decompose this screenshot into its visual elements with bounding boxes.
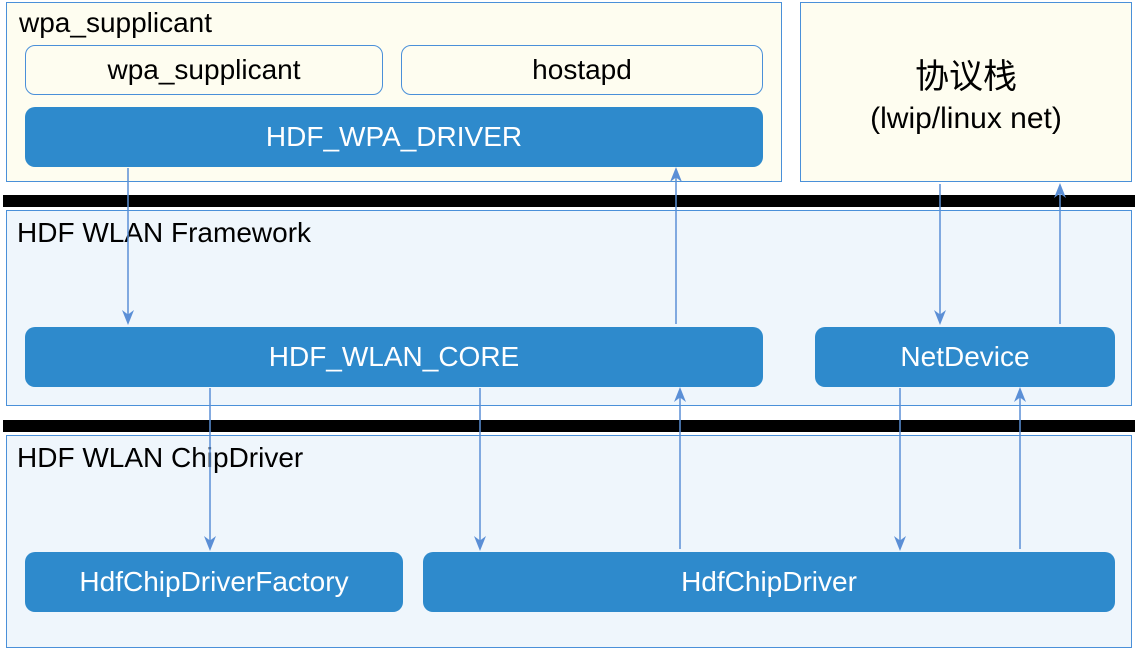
separator-bar-1	[3, 195, 1135, 207]
box-wpa-supplicant: wpa_supplicant	[25, 45, 383, 95]
label-protocol-title: 协议栈	[915, 49, 1017, 98]
separator-bar-2	[3, 420, 1135, 432]
box-hdf-wlan-core: HDF_WLAN_CORE	[25, 327, 763, 387]
layer-wpa-supplicant: wpa_supplicant wpa_supplicant hostapd HD…	[6, 2, 782, 182]
label-wpa-supplicant: wpa_supplicant	[107, 54, 300, 86]
layer-title-framework: HDF WLAN Framework	[17, 217, 311, 249]
layer-hdf-wlan-chipdriver: HDF WLAN ChipDriver HdfChipDriverFactory…	[6, 435, 1132, 648]
layer-hdf-wlan-framework: HDF WLAN Framework HDF_WLAN_CORE NetDevi…	[6, 210, 1132, 406]
layer-title-chipdriver: HDF WLAN ChipDriver	[17, 442, 303, 474]
layer-protocol-stack: 协议栈 (lwip/linux net)	[800, 2, 1132, 182]
label-hdf-wlan-core: HDF_WLAN_CORE	[269, 341, 519, 373]
box-netdevice: NetDevice	[815, 327, 1115, 387]
box-hdfchipdriver: HdfChipDriver	[423, 552, 1115, 612]
box-hdf-wpa-driver: HDF_WPA_DRIVER	[25, 107, 763, 167]
box-hostapd: hostapd	[401, 45, 763, 95]
label-hdf-wpa-driver: HDF_WPA_DRIVER	[266, 121, 522, 153]
layer-title-wpa: wpa_supplicant	[19, 7, 212, 39]
label-netdevice: NetDevice	[900, 341, 1029, 373]
box-hdfchipdriverfactory: HdfChipDriverFactory	[25, 552, 403, 612]
label-protocol-sub: (lwip/linux net)	[870, 102, 1062, 136]
label-hdfchipdriver: HdfChipDriver	[681, 566, 857, 598]
label-hdfchipdriverfactory: HdfChipDriverFactory	[79, 566, 348, 598]
label-hostapd: hostapd	[532, 54, 632, 86]
